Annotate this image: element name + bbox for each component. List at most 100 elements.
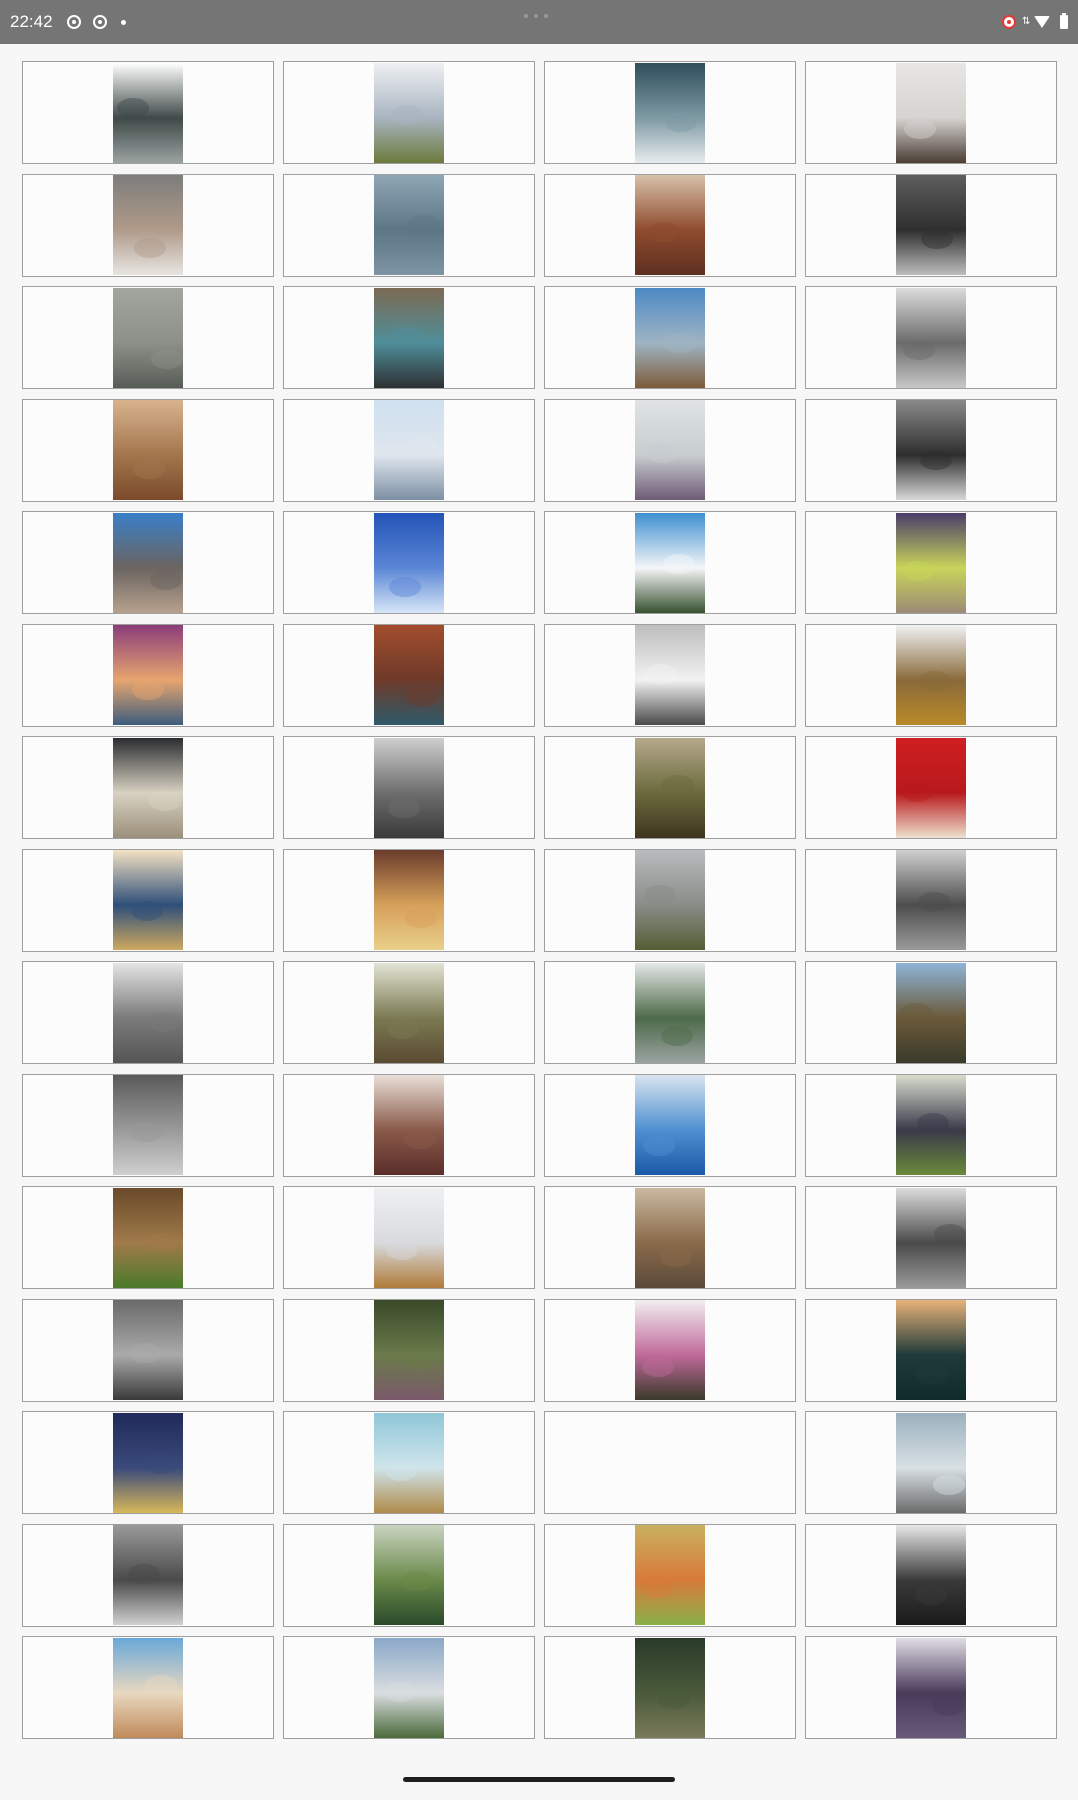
photo-grass-bw (113, 1075, 183, 1175)
screen-record-icon (92, 15, 107, 29)
photo-clouds (635, 62, 705, 163)
photo-vintage-car (374, 287, 444, 388)
photo-winding-road-bw (896, 1187, 966, 1288)
gallery-cell[interactable] (544, 1636, 796, 1739)
gallery-cell[interactable] (283, 511, 535, 614)
photo-cat-nose (113, 175, 183, 275)
gallery-cell[interactable] (805, 1523, 1057, 1627)
photo-old-building (635, 1187, 705, 1288)
photo-turntable (896, 62, 966, 163)
gallery-cell[interactable] (805, 61, 1057, 164)
photo-pier-lamp-bw (113, 962, 183, 1063)
gallery-cell[interactable] (544, 1186, 796, 1289)
gallery-cell[interactable] (22, 61, 274, 164)
photo-beach-bw (896, 400, 966, 500)
gallery-cell[interactable] (22, 961, 274, 1064)
gallery-cell[interactable] (544, 61, 796, 164)
gallery-cell[interactable] (805, 286, 1057, 389)
photo-coffee-cup (896, 737, 966, 838)
gallery-cell[interactable] (283, 173, 535, 277)
photo-fence-field (896, 625, 966, 725)
photo-tree-tunnel (374, 1300, 444, 1400)
photo-pier-bw (896, 287, 966, 388)
battery-icon (1060, 13, 1068, 29)
gallery-cell[interactable] (544, 1411, 796, 1514)
gallery-cell[interactable] (544, 398, 796, 502)
gallery-cell[interactable] (283, 1523, 535, 1627)
photo-pencils (635, 1525, 705, 1625)
gallery-cell[interactable] (544, 1298, 796, 1402)
gallery-cell[interactable] (805, 1186, 1057, 1289)
photo-grass-sky (374, 1525, 444, 1625)
gallery-cell[interactable] (22, 1411, 274, 1514)
photo-barn-door (113, 1187, 183, 1288)
gallery-cell[interactable] (283, 848, 535, 952)
photo-leaf-wood (896, 512, 966, 613)
photo-bokeh (113, 625, 183, 725)
gallery-cell[interactable] (22, 286, 274, 389)
gallery-cell[interactable] (22, 173, 274, 277)
photo-mountain-sky (635, 512, 705, 613)
gallery-cell[interactable] (283, 1411, 535, 1514)
gallery-cell[interactable] (805, 1636, 1057, 1739)
gallery-cell[interactable] (283, 1186, 535, 1289)
gallery-cell[interactable] (283, 286, 535, 389)
photo-city-aerial (374, 737, 444, 838)
photo-water-drops (374, 175, 444, 275)
gallery-cell[interactable] (544, 736, 796, 839)
gallery-cell[interactable] (544, 848, 796, 952)
gallery-cell[interactable] (544, 511, 796, 614)
gallery-cell[interactable] (544, 286, 796, 389)
home-indicator[interactable] (403, 1777, 675, 1782)
gallery-cell[interactable] (283, 61, 535, 164)
photo-ocean-city (635, 1075, 705, 1175)
gallery-cell[interactable] (283, 623, 535, 727)
gallery-cell[interactable] (544, 623, 796, 727)
drag-handle-icon (524, 14, 548, 18)
gallery-cell[interactable] (544, 173, 796, 277)
gallery-cell[interactable] (544, 961, 796, 1064)
gallery-cell[interactable] (805, 511, 1057, 614)
gallery-cell[interactable] (22, 398, 274, 502)
photo-city-night (896, 175, 966, 275)
status-bar: 22:42 ⇅ (0, 0, 1078, 44)
gallery-cell[interactable] (22, 1073, 274, 1177)
gallery-cell[interactable] (22, 1636, 274, 1739)
screen-record-icon (66, 15, 81, 29)
gallery-cell[interactable] (544, 1523, 796, 1627)
gallery-cell[interactable] (283, 961, 535, 1064)
gallery-cell[interactable] (283, 736, 535, 839)
gallery-cell[interactable] (22, 623, 274, 727)
notification-dot-icon (120, 19, 126, 25)
gallery-cell[interactable] (805, 398, 1057, 502)
gallery-cell[interactable] (805, 1411, 1057, 1514)
gallery-cell[interactable] (22, 1186, 274, 1289)
photo-cherry-blossom (635, 1300, 705, 1400)
gallery-cell[interactable] (22, 511, 274, 614)
gallery-cell[interactable] (544, 1073, 796, 1177)
photo-mountains-bw (896, 850, 966, 950)
photo-leather-shoes (374, 1075, 444, 1175)
photo-retro-radio (113, 737, 183, 838)
photo-traffic-bw (113, 1525, 183, 1625)
gallery-cell[interactable] (283, 1298, 535, 1402)
gallery-cell[interactable] (805, 848, 1057, 952)
gallery-cell[interactable] (805, 961, 1057, 1064)
data-arrows-icon: ⇅ (1022, 16, 1031, 27)
gallery-cell[interactable] (283, 1073, 535, 1177)
gallery-cell[interactable] (805, 736, 1057, 839)
gallery-cell[interactable] (805, 1298, 1057, 1402)
photo-boat-shore (896, 962, 966, 1063)
photo-misty-plain (635, 850, 705, 950)
gallery-cell[interactable] (22, 736, 274, 839)
gallery-cell[interactable] (805, 623, 1057, 727)
gallery-cell[interactable] (805, 1073, 1057, 1177)
photo-foggy-shore (113, 287, 183, 388)
gallery-cell[interactable] (283, 398, 535, 502)
gallery-cell[interactable] (22, 1523, 274, 1627)
gallery-cell[interactable] (283, 1636, 535, 1739)
gallery-cell[interactable] (22, 848, 274, 952)
gallery-cell[interactable] (805, 173, 1057, 277)
gallery-cell[interactable] (22, 1298, 274, 1402)
photo-camera-hands (896, 1525, 966, 1625)
